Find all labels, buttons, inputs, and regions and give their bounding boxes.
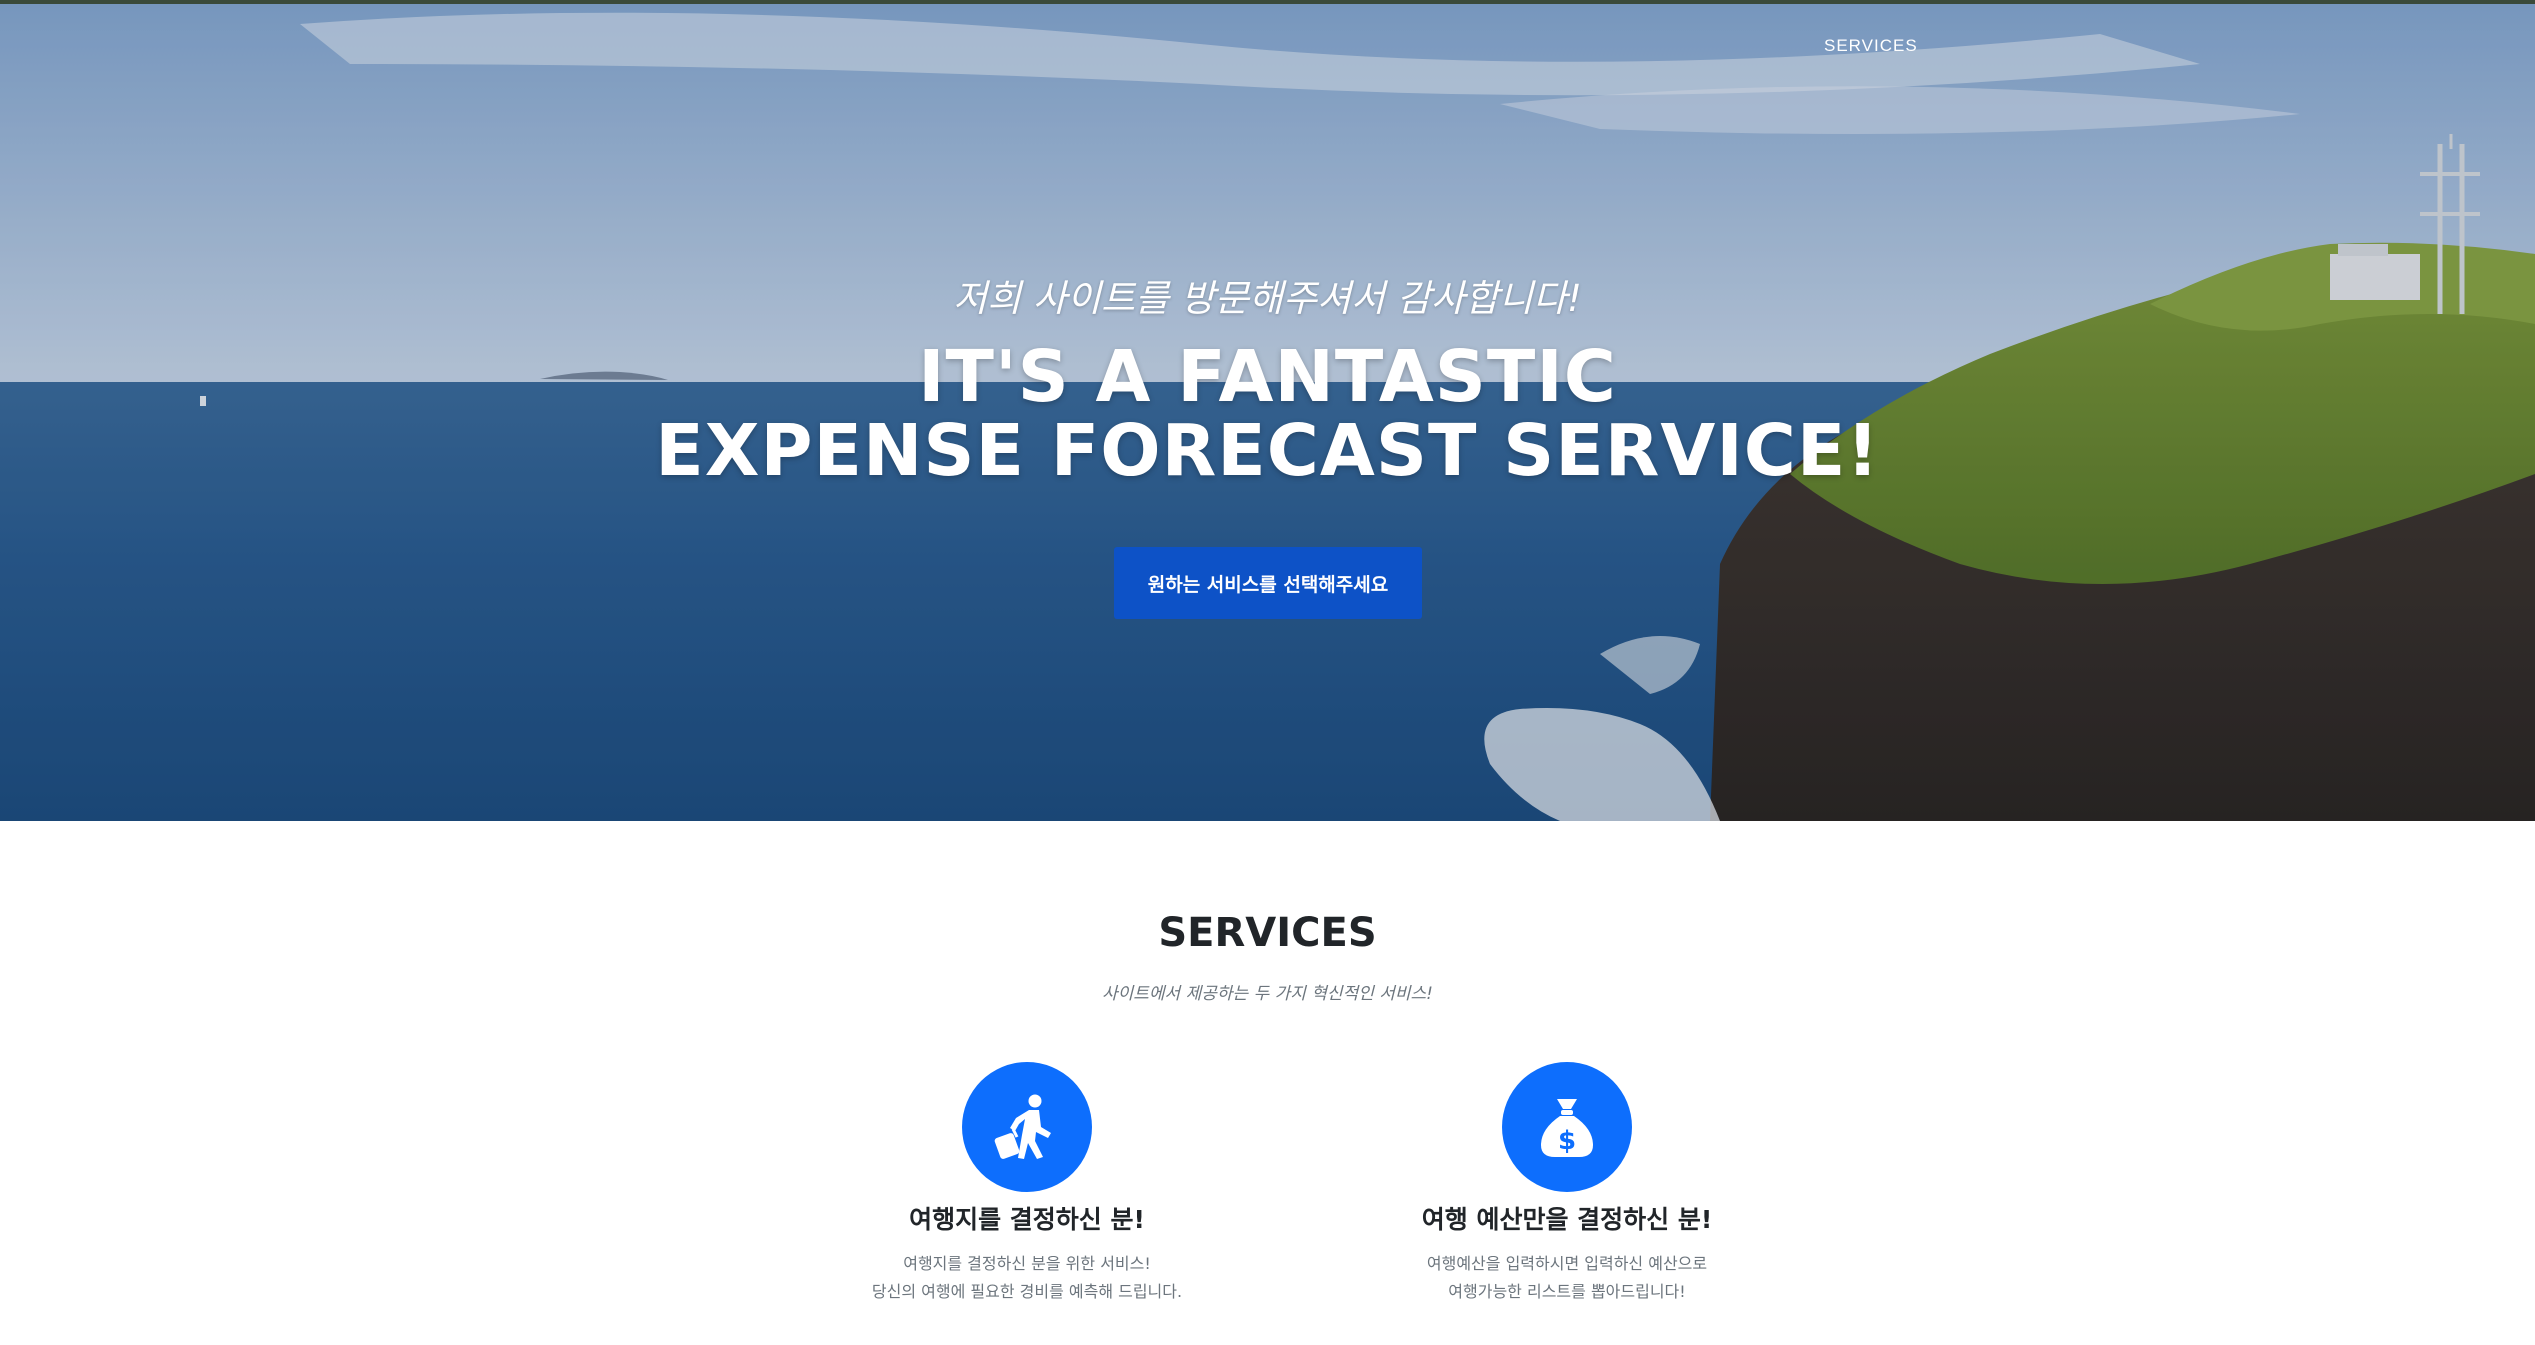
service-card-title: 여행 예산만을 결정하신 분! bbox=[1421, 1205, 1713, 1234]
service-card-desc-line-2: 여행가능한 리스트를 뽑아드립니다! bbox=[1448, 1282, 1686, 1301]
service-card-description: 여행지를 결정하신 분을 위한 서비스! 당신의 여행에 필요한 경비를 예측해… bbox=[767, 1250, 1287, 1306]
person-walking-luggage-icon bbox=[962, 1062, 1092, 1192]
hero-title-line-2: EXPENSE FORECAST SERVICE! bbox=[655, 409, 1880, 492]
nav-link-services[interactable]: SERVICES bbox=[1824, 36, 1918, 56]
services-heading: SERVICES bbox=[1158, 910, 1377, 956]
service-card-description: 여행예산을 입력하시면 입력하신 예산으로 여행가능한 리스트를 뽑아드립니다! bbox=[1307, 1250, 1827, 1306]
hero-title-line-1: IT'S A FANTASTIC bbox=[918, 335, 1617, 418]
hero-title: IT'S A FANTASTIC EXPENSE FORECAST SERVIC… bbox=[0, 340, 2535, 488]
hero-subtitle: 저희 사이트를 방문해주셔서 감사합니다! bbox=[953, 277, 1582, 320]
services-subheading: 사이트에서 제공하는 두 가지 혁신적인 서비스! bbox=[1102, 984, 1433, 1004]
select-service-button[interactable]: 원하는 서비스를 선택해주세요 bbox=[1114, 547, 1422, 619]
service-card-desc-line-2: 당신의 여행에 필요한 경비를 예측해 드립니다. bbox=[871, 1282, 1183, 1301]
money-bag-dollar-icon: $ bbox=[1502, 1062, 1632, 1192]
svg-text:$: $ bbox=[1558, 1126, 1576, 1156]
service-card-desc-line-1: 여행예산을 입력하시면 입력하신 예산으로 bbox=[1426, 1254, 1708, 1273]
service-card-budget: $ 여행 예산만을 결정하신 분! 여행예산을 입력하시면 입력하신 예산으로 … bbox=[1307, 1062, 1827, 1306]
service-card-title: 여행지를 결정하신 분! bbox=[909, 1205, 1145, 1234]
service-card-desc-line-1: 여행지를 결정하신 분을 위한 서비스! bbox=[903, 1254, 1151, 1273]
service-card-destination: 여행지를 결정하신 분! 여행지를 결정하신 분을 위한 서비스! 당신의 여행… bbox=[767, 1062, 1287, 1306]
